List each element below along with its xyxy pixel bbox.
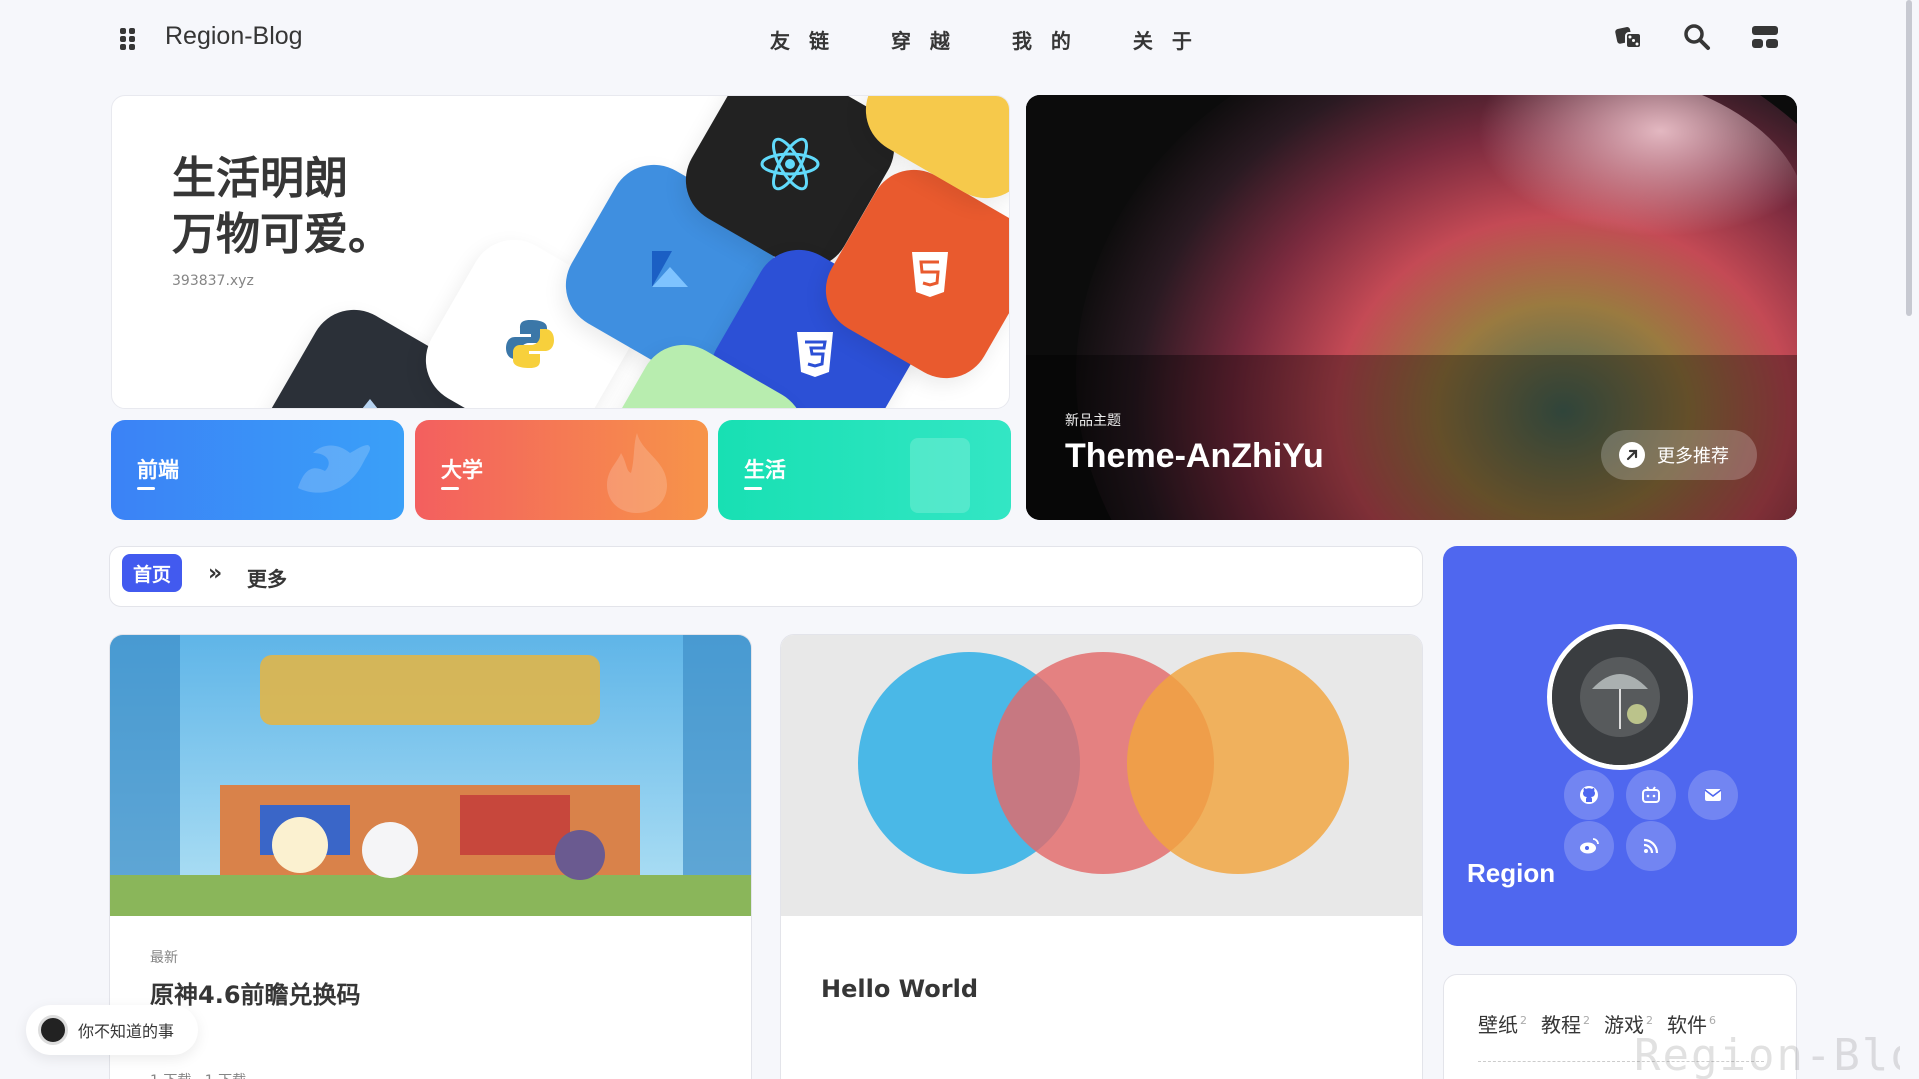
post-card[interactable]: Hello World <box>780 634 1423 1079</box>
document-icon <box>910 438 970 513</box>
category-frontend[interactable]: 前端 <box>111 420 404 520</box>
banner-title-line2: 万物可爱。 <box>172 209 392 260</box>
banner-title: 生活明朗 万物可爱。 <box>172 151 392 263</box>
nav-links: 友 链 穿 越 我 的 关 于 <box>770 25 1198 54</box>
top-nav: Region-Blog 友 链 穿 越 我 的 关 于 <box>0 0 1900 78</box>
post-title[interactable]: Hello World <box>821 975 978 1003</box>
weibo-icon[interactable] <box>1564 821 1614 871</box>
post-card[interactable]: 最新 原神4.6前瞻兑换码 1 下载 · 1 下载 <box>109 634 752 1079</box>
site-brand[interactable]: Region-Blog <box>165 22 303 51</box>
category-bar: 首页 » 更多 <box>109 546 1423 607</box>
console-icon[interactable] <box>1750 22 1780 52</box>
dice-icon[interactable] <box>1614 22 1644 52</box>
featured-kicker: 新品主题 <box>1065 413 1121 429</box>
post-cover-image <box>781 635 1422 916</box>
tag-item[interactable]: 壁纸 2 <box>1478 1009 1527 1038</box>
category-frontend-label: 前端 <box>137 454 179 490</box>
music-disc-icon[interactable] <box>38 1015 68 1045</box>
avatar[interactable] <box>1547 624 1693 770</box>
post-title[interactable]: 原神4.6前瞻兑换码 <box>150 975 361 1010</box>
music-player[interactable]: 你不知道的事 <box>26 1005 198 1055</box>
more-recommend-label: 更多推荐 <box>1657 446 1729 467</box>
featured-title: Theme-AnZhiYu <box>1065 437 1324 475</box>
category-life-label: 生活 <box>744 454 786 490</box>
scrollbar-thumb[interactable] <box>1906 0 1912 316</box>
nav-link-travel[interactable]: 穿 越 <box>891 25 956 54</box>
author-card: Region <box>1443 546 1797 946</box>
nav-link-about[interactable]: 关 于 <box>1133 25 1198 54</box>
bird-icon <box>298 445 371 493</box>
post-meta: 1 下载 · 1 下载 <box>150 1070 246 1079</box>
featured-card[interactable]: 新品主题 Theme-AnZhiYu 更多推荐 <box>1026 95 1797 520</box>
more-recommend-button[interactable]: 更多推荐 <box>1601 430 1757 480</box>
watermark: Region-Blog <box>1634 1030 1919 1079</box>
search-icon[interactable] <box>1682 22 1712 52</box>
tag-item[interactable]: 教程 2 <box>1541 1009 1590 1038</box>
home-tab[interactable]: 首页 <box>122 554 182 592</box>
more-link[interactable]: 更多 <box>247 563 287 592</box>
bilibili-icon[interactable] <box>1626 770 1676 820</box>
nav-link-friends[interactable]: 友 链 <box>770 25 835 54</box>
banner-site: 393837.xyz <box>172 273 254 289</box>
scrollbar[interactable] <box>1900 0 1919 1079</box>
music-title: 你不知道的事 <box>78 1022 175 1041</box>
category-university[interactable]: 大学 <box>415 420 708 520</box>
double-chevron-icon: » <box>208 561 223 586</box>
mail-icon[interactable] <box>1688 770 1738 820</box>
author-name: Region <box>1467 858 1556 888</box>
fire-icon <box>607 433 667 513</box>
category-life[interactable]: 生活 <box>718 420 1011 520</box>
github-icon[interactable] <box>1564 770 1614 820</box>
hero-banner: 生活明朗 万物可爱。 393837.xyz <box>111 95 1010 409</box>
arrow-up-right-icon <box>1619 442 1645 468</box>
category-university-label: 大学 <box>441 454 483 490</box>
post-cover-image <box>110 635 751 916</box>
rss-icon[interactable] <box>1626 821 1676 871</box>
post-tag: 最新 <box>150 950 178 966</box>
apps-menu-icon[interactable] <box>120 28 136 50</box>
banner-title-line1: 生活明朗 <box>172 153 348 204</box>
nav-right-icons <box>1614 22 1780 52</box>
nav-link-mine[interactable]: 我 的 <box>1012 25 1077 54</box>
